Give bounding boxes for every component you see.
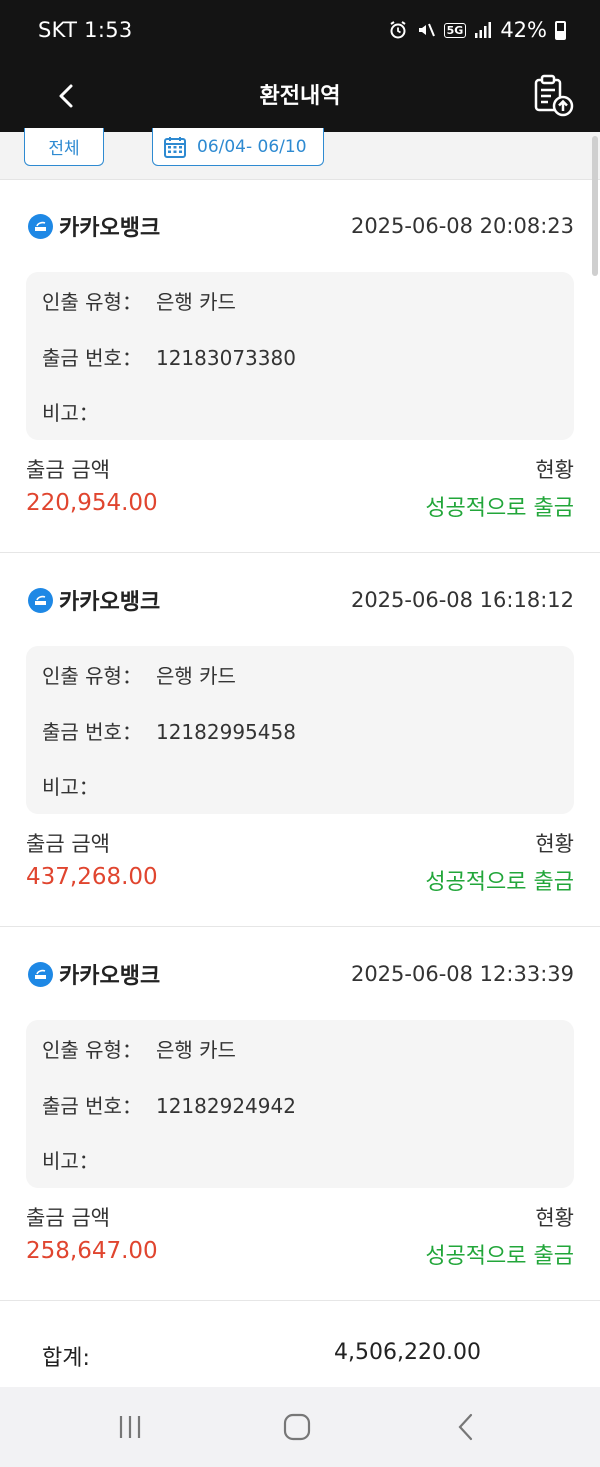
bank-name: 카카오뱅크: [59, 216, 161, 241]
record-details: 인출 유형： 은행 카드 출금 번호： 12183073380 비고：: [26, 272, 574, 440]
status-label: 현황: [535, 458, 574, 482]
bank-info: 카카오뱅크: [28, 210, 160, 242]
status-label: 현황: [535, 1206, 574, 1230]
history-record[interactable]: 카카오뱅크 2025-06-08 12:33:39 인출 유형： 은행 카드 출금…: [0, 928, 600, 1301]
withdraw-number-label: 출금 번호：: [42, 720, 142, 744]
filter-bar: 전체 06/04- 06/10: [0, 128, 600, 180]
withdraw-number-value: 12183073380: [155, 346, 296, 370]
withdraw-number-row: 출금 번호： 12182924942: [42, 1090, 296, 1119]
amount-value: 220,954.00: [26, 490, 158, 516]
withdraw-type-label: 인출 유형：: [42, 1038, 142, 1062]
record-datetime: 2025-06-08 16:18:12: [350, 588, 574, 612]
note-label: 비고：: [42, 775, 99, 799]
scrollbar-thumb[interactable]: [592, 136, 598, 276]
withdraw-type-row: 인출 유형： 은행 카드: [42, 286, 236, 315]
withdraw-type-row: 인출 유형： 은행 카드: [42, 1034, 236, 1063]
home-button[interactable]: [277, 1409, 317, 1445]
bank-name: 카카오뱅크: [59, 964, 161, 989]
amount-value: 258,647.00: [26, 1238, 158, 1264]
withdraw-number-row: 출금 번호： 12182995458: [42, 716, 296, 745]
record-header: 카카오뱅크 2025-06-08 16:18:12: [28, 584, 574, 616]
record-datetime: 2025-06-08 12:33:39: [350, 962, 574, 986]
home-icon: [283, 1413, 311, 1441]
alarm-icon: [390, 21, 406, 39]
date-range-button[interactable]: 06/04- 06/10: [152, 128, 324, 166]
withdraw-number-value: 12182924942: [155, 1094, 296, 1118]
total-label: 합계:: [42, 1346, 90, 1371]
app-bar: 환전내역: [0, 62, 600, 132]
network-5g-icon: 5G: [443, 22, 467, 38]
record-details: 인출 유형： 은행 카드 출금 번호： 12182995458 비고：: [26, 646, 574, 814]
bank-name: 카카오뱅크: [59, 590, 161, 615]
recent-apps-button[interactable]: [110, 1409, 150, 1445]
withdraw-type-label: 인출 유형：: [42, 664, 142, 688]
withdraw-number-label: 출금 번호：: [42, 1094, 142, 1118]
record-datetime: 2025-06-08 20:08:23: [350, 214, 574, 238]
note-label: 비고：: [42, 401, 99, 425]
bank-info: 카카오뱅크: [28, 584, 160, 616]
history-record[interactable]: 카카오뱅크 2025-06-08 16:18:12 인출 유형： 은행 카드 출금…: [0, 554, 600, 927]
export-button[interactable]: [530, 72, 578, 120]
withdraw-type-value: 은행 카드: [155, 290, 236, 314]
date-range-text: 06/04- 06/10: [197, 136, 307, 157]
note-row: 비고：: [42, 771, 113, 800]
system-nav-bar: [0, 1387, 600, 1467]
withdraw-type-value: 은행 카드: [155, 664, 236, 688]
kakaobank-logo-icon: [28, 961, 53, 987]
note-label: 비고：: [42, 1149, 99, 1173]
clipboard-upload-icon: [534, 74, 574, 117]
system-back-button[interactable]: [446, 1409, 486, 1445]
withdraw-type-row: 인출 유형： 은행 카드: [42, 660, 236, 689]
battery-percent: 42%: [500, 18, 547, 42]
note-row: 비고：: [42, 397, 113, 426]
amount-label: 출금 금액: [26, 458, 110, 482]
withdraw-number-value: 12182995458: [155, 720, 296, 744]
battery-icon: [555, 20, 566, 40]
status-carrier-time: SKT 1:53: [38, 18, 133, 42]
status-value: 성공적으로 출금: [425, 496, 574, 521]
signal-icon: [475, 22, 492, 38]
status-icons: 5G 42%: [388, 18, 566, 42]
total-value: 4,506,220.00: [334, 1340, 481, 1365]
withdraw-number-label: 출금 번호：: [42, 346, 142, 370]
back-icon: [458, 1413, 473, 1441]
kakaobank-logo-icon: [28, 587, 53, 613]
calendar-icon: [164, 136, 186, 158]
kakaobank-logo-icon: [28, 213, 53, 239]
history-record[interactable]: 카카오뱅크 2025-06-08 20:08:23 인출 유형： 은행 카드 출금…: [0, 180, 600, 553]
page-title: 환전내역: [259, 84, 341, 109]
status-label: 현황: [535, 832, 574, 856]
note-row: 비고：: [42, 1145, 113, 1174]
mute-icon: [418, 23, 435, 37]
status-value: 성공적으로 출금: [425, 1244, 574, 1269]
filter-all-button[interactable]: 전체: [24, 128, 104, 166]
bank-info: 카카오뱅크: [28, 958, 160, 990]
withdraw-number-row: 출금 번호： 12183073380: [42, 342, 296, 371]
record-header: 카카오뱅크 2025-06-08 20:08:23: [28, 210, 574, 242]
status-value: 성공적으로 출금: [425, 870, 574, 895]
record-header: 카카오뱅크 2025-06-08 12:33:39: [28, 958, 574, 990]
status-bar: SKT 1:53 5G 42%: [0, 0, 600, 62]
recent-apps-icon: [119, 1416, 141, 1438]
amount-label: 출금 금액: [26, 832, 110, 856]
amount-value: 437,268.00: [26, 864, 158, 890]
withdraw-type-label: 인출 유형：: [42, 290, 142, 314]
withdraw-type-value: 은행 카드: [155, 1038, 236, 1062]
record-details: 인출 유형： 은행 카드 출금 번호： 12182924942 비고：: [26, 1020, 574, 1188]
amount-label: 출금 금액: [26, 1206, 110, 1230]
